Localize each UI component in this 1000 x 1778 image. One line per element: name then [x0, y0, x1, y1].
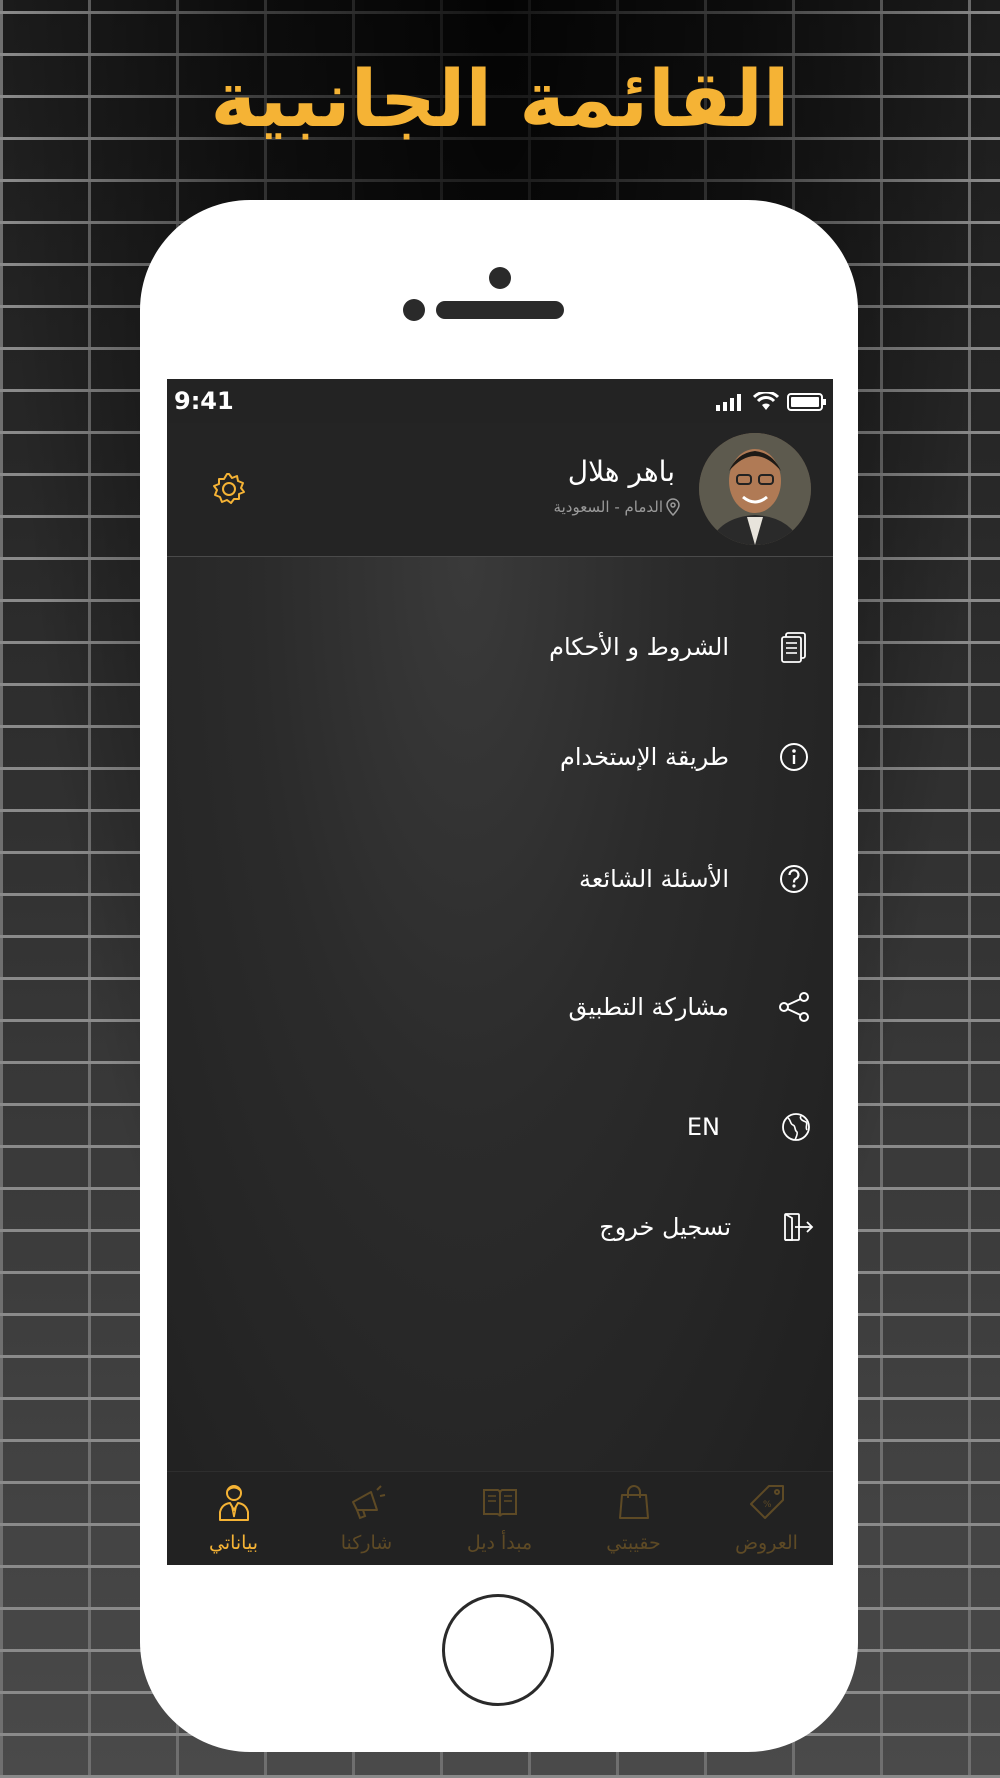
menu-item-logout[interactable]: تسجيل خروج: [167, 1197, 833, 1257]
bag-icon: [619, 1485, 649, 1519]
signal-icon: [716, 394, 741, 411]
bottom-tab-bar: % العروض حقيبتي مبدأ ديل شاركنا بياناتي: [167, 1471, 833, 1565]
settings-button[interactable]: [211, 471, 247, 507]
location-pin-icon: [666, 498, 680, 516]
battery-icon: [787, 393, 826, 411]
tab-my-profile[interactable]: بياناتي: [167, 1472, 300, 1565]
tab-label: بياناتي: [208, 1532, 258, 1554]
info-icon: [780, 743, 808, 771]
logout-icon: [784, 1213, 814, 1241]
megaphone-icon: [352, 1485, 386, 1520]
tab-offers[interactable]: % العروض: [700, 1472, 833, 1565]
menu-item-share-app[interactable]: مشاركة التطبيق: [167, 977, 833, 1037]
status-time: 9:41: [174, 387, 234, 415]
user-location-text: الدمام - السعودية: [553, 498, 663, 516]
app-screen: 9:41 باهر هلال الدمام - السعودية الشروط …: [167, 379, 833, 1565]
tab-principle[interactable]: مبدأ ديل: [433, 1472, 566, 1565]
page-title: القائمة الجانبية: [210, 55, 790, 145]
wifi-icon: [753, 392, 779, 410]
earpiece-speaker: [436, 301, 564, 319]
menu-item-faq[interactable]: الأسئلة الشائعة: [167, 849, 833, 909]
tab-label: العروض: [735, 1532, 798, 1554]
menu-item-label: EN: [686, 1113, 720, 1141]
sensor-dot: [403, 299, 425, 321]
menu-item-how-to-use[interactable]: طريقة الإستخدام: [167, 727, 833, 787]
user-location: الدمام - السعودية: [554, 498, 680, 516]
user-name: باهر هلال: [567, 455, 675, 488]
tab-my-bag[interactable]: حقيبتي: [567, 1472, 700, 1565]
tag-icon: %: [750, 1485, 784, 1519]
menu-item-terms[interactable]: الشروط و الأحكام: [167, 617, 833, 677]
menu-item-label: تسجيل خروج: [599, 1213, 731, 1241]
tab-label: مبدأ ديل: [466, 1532, 533, 1554]
svg-text:%: %: [763, 1500, 772, 1510]
tab-share-with-us[interactable]: شاركنا: [300, 1472, 433, 1565]
globe-icon: [782, 1113, 810, 1141]
home-button[interactable]: [442, 1594, 554, 1706]
profile-header: باهر هلال الدمام - السعودية: [167, 423, 833, 557]
document-icon: [781, 632, 806, 663]
tab-label: شاركنا: [340, 1532, 393, 1554]
tab-label: حقيبتي: [606, 1532, 661, 1554]
menu-item-label: الشروط و الأحكام: [549, 633, 729, 661]
menu-item-label: مشاركة التطبيق: [568, 993, 730, 1021]
status-bar: 9:41: [167, 379, 833, 423]
menu-item-language[interactable]: EN: [167, 1097, 833, 1157]
book-icon: [483, 1489, 517, 1517]
status-icons: [715, 391, 827, 413]
menu-item-label: طريقة الإستخدام: [560, 743, 729, 771]
avatar[interactable]: [699, 433, 811, 545]
user-icon: [219, 1485, 249, 1521]
menu-item-label: الأسئلة الشائعة: [579, 865, 729, 893]
gear-icon: [213, 473, 245, 504]
avatar-photo: [699, 433, 811, 545]
share-icon: [779, 992, 809, 1022]
front-camera: [489, 267, 511, 289]
question-icon: [780, 865, 808, 893]
